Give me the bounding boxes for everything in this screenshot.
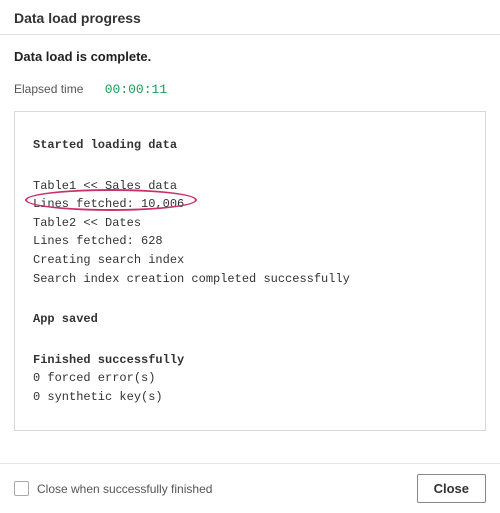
close-button[interactable]: Close: [417, 474, 486, 503]
elapsed-value: 00:00:11: [105, 82, 167, 97]
log-table1-load: Table1 << Sales data: [33, 177, 467, 196]
dialog-title: Data load progress: [14, 10, 486, 26]
dialog-content: Data load is complete. Elapsed time 00:0…: [0, 35, 500, 463]
log-table1-lines: Lines fetched: 10,006: [33, 195, 467, 214]
elapsed-label: Elapsed time: [14, 82, 83, 96]
load-status: Data load is complete.: [14, 49, 486, 64]
log-index-create: Creating search index: [33, 251, 467, 270]
log-output: Started loading data Table1 << Sales dat…: [14, 111, 486, 431]
log-table2-load: Table2 << Dates: [33, 214, 467, 233]
elapsed-row: Elapsed time 00:00:11: [14, 82, 486, 97]
dialog-footer: Close when successfully finished Close: [0, 463, 500, 513]
log-finished-heading: Finished successfully: [33, 351, 467, 370]
close-on-finish-checkbox[interactable]: [14, 481, 29, 496]
close-on-finish-row[interactable]: Close when successfully finished: [14, 481, 212, 496]
log-started-heading: Started loading data: [33, 136, 467, 155]
data-load-dialog: Data load progress Data load is complete…: [0, 0, 500, 513]
close-on-finish-label: Close when successfully finished: [37, 482, 212, 496]
log-synthetic-keys: 0 synthetic key(s): [33, 388, 467, 407]
dialog-header: Data load progress: [0, 0, 500, 35]
log-table2-lines: Lines fetched: 628: [33, 232, 467, 251]
log-index-done: Search index creation completed successf…: [33, 270, 467, 289]
log-app-saved: App saved: [33, 310, 467, 329]
log-forced-errors: 0 forced error(s): [33, 369, 467, 388]
